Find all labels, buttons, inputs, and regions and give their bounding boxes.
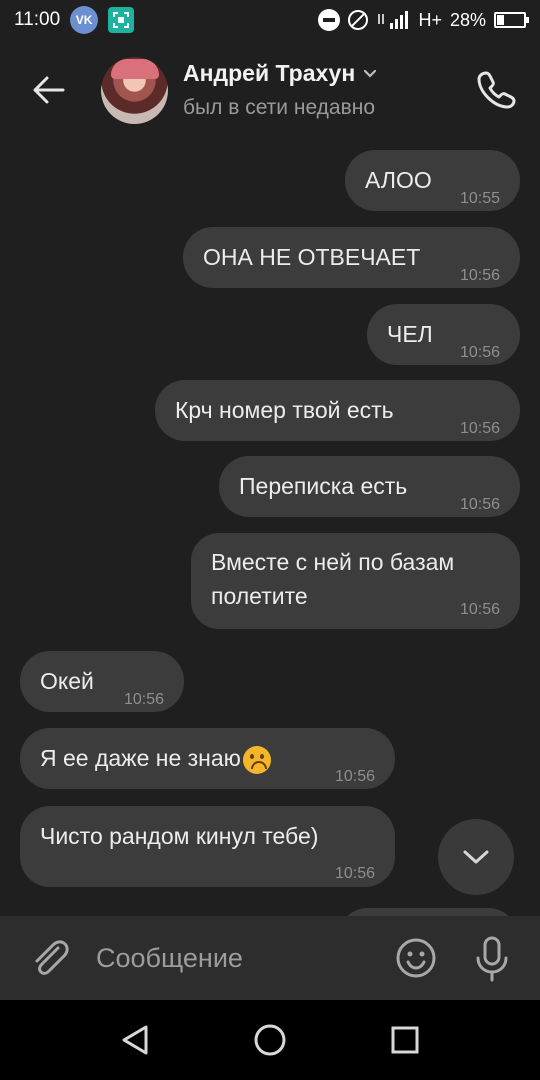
phone-icon <box>477 71 516 109</box>
chat-header: Андрей Трахун был в сети недавно <box>0 40 540 140</box>
no-alarm-icon <box>348 10 369 30</box>
message-text: Крч номер твой есть <box>175 397 394 423</box>
battery-icon <box>494 12 529 28</box>
message-text: Переписка есть <box>239 473 408 499</box>
system-navigation-bar <box>0 1000 540 1080</box>
square-recents-icon <box>391 1026 419 1054</box>
message-time: 10:56 <box>459 267 500 284</box>
smiley-icon <box>396 938 436 978</box>
call-button[interactable] <box>474 66 520 112</box>
emoji-button[interactable] <box>394 936 438 980</box>
do-not-disturb-icon <box>318 9 341 31</box>
message-time: 10:56 <box>123 691 164 708</box>
attach-button[interactable] <box>28 936 72 980</box>
scroll-to-bottom-button[interactable] <box>438 819 514 895</box>
contact-name-row[interactable]: Андрей Трахун <box>183 60 377 87</box>
message-bubble-incoming[interactable]: Окей 10:56 <box>20 651 184 712</box>
nav-home-button[interactable] <box>252 1022 288 1058</box>
message-text: Окей <box>40 668 94 694</box>
message-time: 10:56 <box>459 601 500 618</box>
message-time: 10:55 <box>459 190 500 207</box>
message-text: Я ее даже не знаю <box>40 745 241 771</box>
chevron-down-icon <box>364 69 377 78</box>
arrow-left-icon <box>33 76 65 104</box>
network-type: H+ <box>418 9 442 30</box>
contact-name: Андрей Трахун <box>183 60 356 86</box>
message-bubble-outgoing[interactable]: Переписка есть 10:56 <box>219 456 520 517</box>
battery-percent: 28% <box>449 9 486 30</box>
vk-notification-icon: VK <box>70 6 99 34</box>
nav-back-button[interactable] <box>118 1022 154 1058</box>
message-bubble-outgoing[interactable]: Вместе с ней по базам полетите 10:56 <box>191 533 520 629</box>
message-time: 10:56 <box>334 865 375 882</box>
message-text: АЛОО <box>365 167 432 193</box>
message-text-line-1: Вместе с ней по базам <box>211 549 455 575</box>
back-button[interactable] <box>26 68 70 112</box>
circle-home-icon <box>254 1024 286 1056</box>
message-time: 10:56 <box>459 420 500 437</box>
message-composer <box>0 916 540 1000</box>
message-text-line-2: полетите <box>211 583 308 609</box>
microphone-icon <box>476 936 508 982</box>
screenshot-notification-icon <box>108 7 135 33</box>
upside-down-face-emoji-icon <box>242 745 271 774</box>
status-bar: 11:00 VK H+ 28% <box>0 0 540 40</box>
message-bubble-partial <box>338 908 518 916</box>
message-bubble-incoming[interactable]: Я ее даже не знаю 10:56 <box>20 728 395 789</box>
message-bubble-outgoing[interactable]: Крч номер твой есть 10:56 <box>155 380 520 441</box>
message-input[interactable] <box>96 936 376 980</box>
voice-message-button[interactable] <box>470 934 514 982</box>
message-list[interactable]: АЛОО 10:55 ОНА НЕ ОТВЕЧАЕТ 10:56 ЧЕЛ 10:… <box>0 140 540 916</box>
chevron-down-icon <box>463 850 489 864</box>
signal-icon <box>378 11 409 29</box>
status-time: 11:00 <box>14 9 61 30</box>
paperclip-icon <box>35 940 69 975</box>
contact-avatar[interactable] <box>101 57 168 124</box>
message-bubble-outgoing[interactable]: ОНА НЕ ОТВЕЧАЕТ 10:56 <box>183 227 520 288</box>
triangle-back-icon <box>122 1025 148 1055</box>
message-time: 10:56 <box>459 344 500 361</box>
contact-last-seen: был в сети недавно <box>183 96 376 119</box>
message-time: 10:56 <box>334 768 375 785</box>
message-time: 10:56 <box>459 496 500 513</box>
message-text: ОНА НЕ ОТВЕЧАЕТ <box>203 244 421 270</box>
message-bubble-incoming[interactable]: Чисто рандом кинул тебе) 10:56 <box>20 806 395 887</box>
message-bubble-outgoing[interactable]: АЛОО 10:55 <box>345 150 520 211</box>
message-text: ЧЕЛ <box>387 321 433 347</box>
message-bubble-outgoing[interactable]: ЧЕЛ 10:56 <box>367 304 520 365</box>
nav-recents-button[interactable] <box>388 1022 422 1058</box>
message-text: Чисто рандом кинул тебе) <box>40 823 319 849</box>
